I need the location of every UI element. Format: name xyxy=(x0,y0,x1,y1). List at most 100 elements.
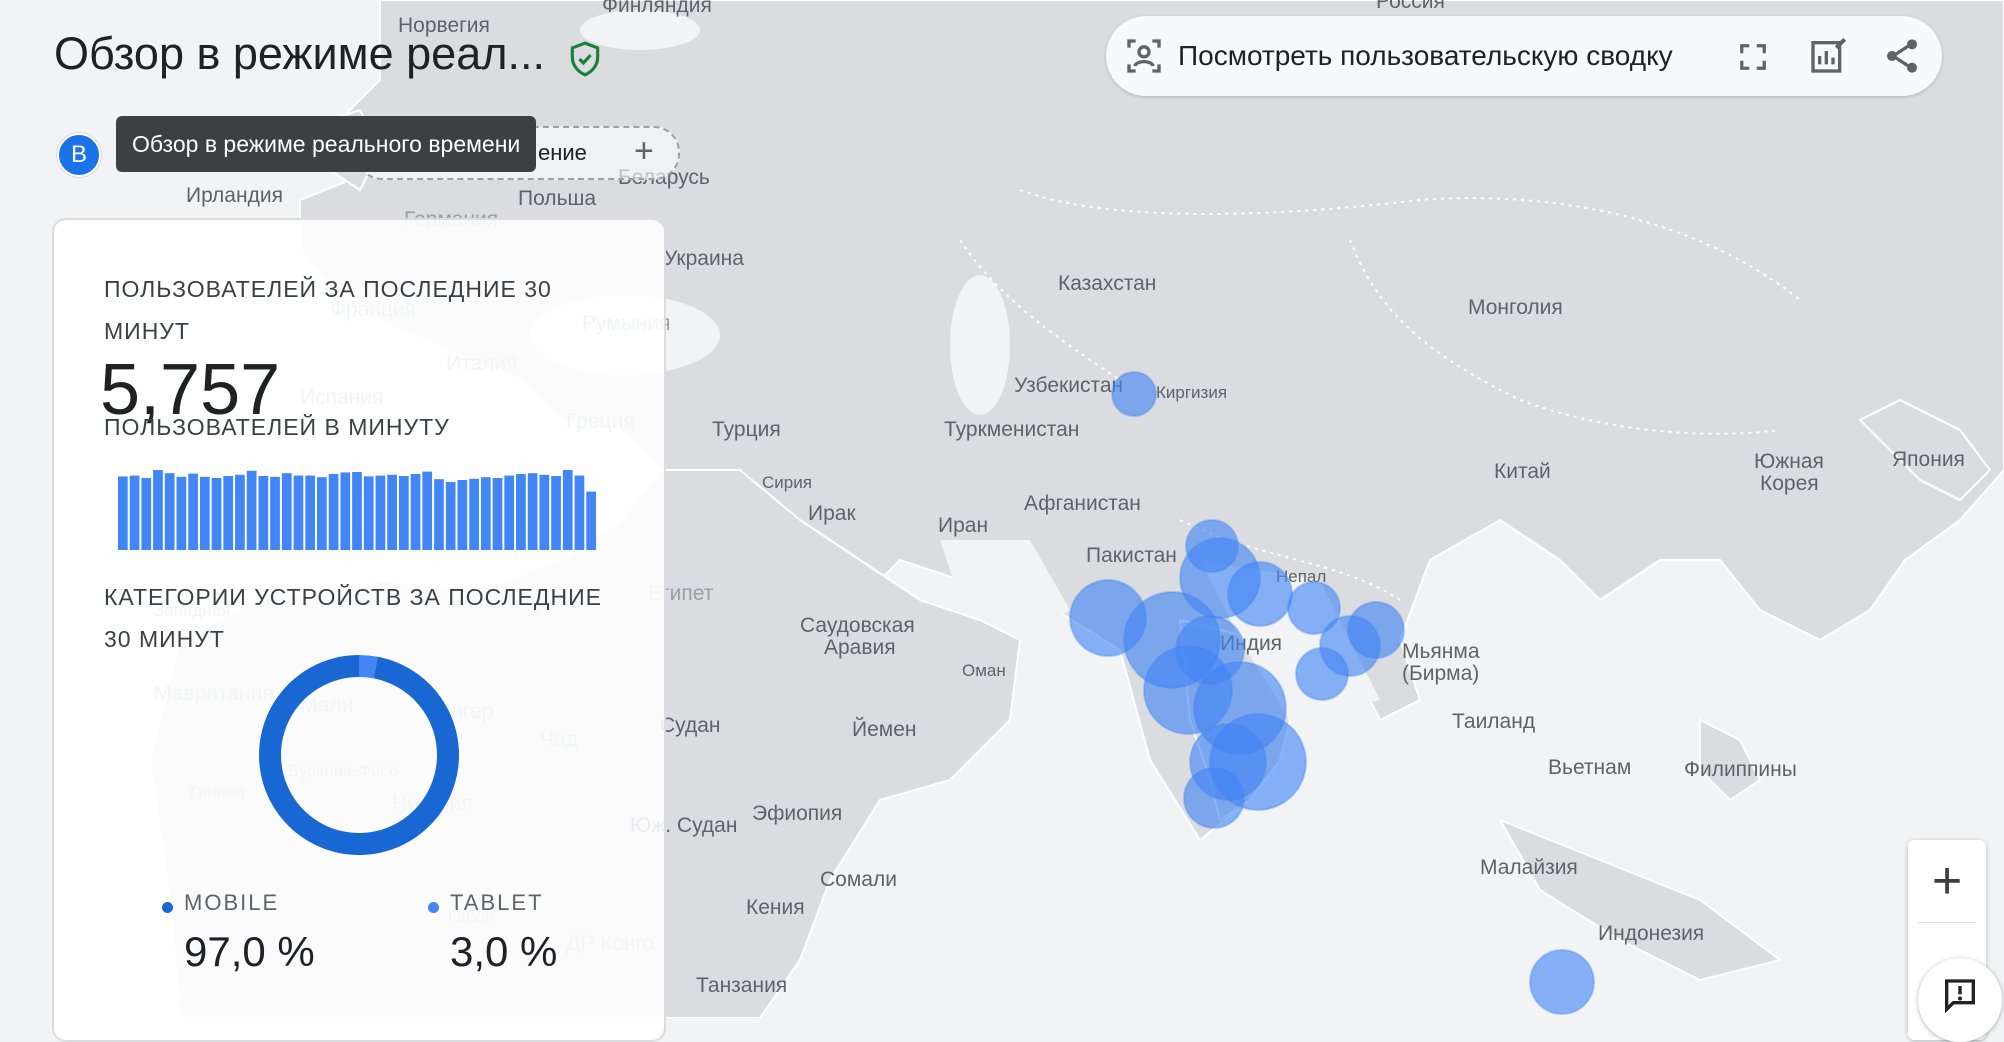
map-bubble xyxy=(1295,647,1349,701)
users-per-minute-bar[interactable] xyxy=(328,474,339,550)
feedback-button[interactable] xyxy=(1918,958,2002,1042)
view-user-summary-button[interactable]: Посмотреть пользовательскую сводку xyxy=(1178,40,1673,72)
svg-text:Вьетнам: Вьетнам xyxy=(1548,756,1631,779)
users-per-minute-bar[interactable] xyxy=(223,476,234,550)
users-per-minute-bar[interactable] xyxy=(118,476,128,550)
users-per-minute-bar[interactable] xyxy=(153,470,163,550)
title-tooltip: Обзор в режиме реального времени xyxy=(116,116,537,172)
users-per-minute-bar[interactable] xyxy=(235,474,245,550)
svg-text:Мьянма: Мьянма xyxy=(1402,640,1480,663)
zoom-in-button[interactable]: + xyxy=(1908,846,1986,916)
map-bubble xyxy=(1183,767,1245,829)
users-per-minute-bar[interactable] xyxy=(246,470,257,550)
svg-text:Ирак: Ирак xyxy=(808,502,856,525)
users-per-minute-bar[interactable] xyxy=(293,475,304,550)
svg-text:Индонезия: Индонезия xyxy=(1598,922,1704,945)
users-per-minute-bar[interactable] xyxy=(352,472,362,550)
svg-text:Китай: Китай xyxy=(1494,460,1551,483)
users-per-minute-bar[interactable] xyxy=(270,476,280,550)
svg-text:Кения: Кения xyxy=(746,896,805,919)
users-per-minute-bar[interactable] xyxy=(457,480,468,550)
device-category-donut[interactable] xyxy=(256,652,462,858)
svg-text:Танзания: Танзания xyxy=(696,974,787,997)
users-per-minute-bar[interactable] xyxy=(574,475,585,550)
users-per-minute-bar[interactable] xyxy=(504,475,515,550)
svg-text:Саудовская: Саудовская xyxy=(800,614,915,637)
users-per-minute-bar[interactable] xyxy=(188,473,198,550)
svg-text:Монголия: Монголия xyxy=(1468,296,1563,319)
feedback-icon xyxy=(1945,979,1975,1014)
users-per-minute-bar[interactable] xyxy=(469,478,479,550)
users-per-minute-bar[interactable] xyxy=(398,476,409,550)
share-icon[interactable] xyxy=(1882,36,1922,76)
users-per-minute-chart[interactable] xyxy=(118,470,598,550)
donut-slice-mobile[interactable] xyxy=(259,655,459,855)
add-comparison-label: ение xyxy=(538,140,587,165)
svg-text:Ирландия: Ирландия xyxy=(186,184,283,207)
users-per-minute-bar[interactable] xyxy=(129,475,140,550)
users-per-minute-bar[interactable] xyxy=(586,491,596,550)
legend-label-tablet: TABLET xyxy=(450,890,544,915)
shield-check-icon[interactable] xyxy=(566,40,604,78)
svg-text:Южная: Южная xyxy=(1754,450,1824,473)
edit-chart-icon[interactable] xyxy=(1808,36,1848,76)
users-per-minute-bar[interactable] xyxy=(258,476,269,550)
users-per-minute-bar[interactable] xyxy=(375,475,386,550)
users-per-minute-bar[interactable] xyxy=(281,473,292,550)
plus-icon: + xyxy=(634,132,654,170)
users-per-minute-bar[interactable] xyxy=(527,473,538,550)
user-summary-icon[interactable] xyxy=(1124,36,1164,76)
users-per-minute-bar[interactable] xyxy=(199,476,210,550)
users-per-minute-bar[interactable] xyxy=(551,476,561,550)
users-per-minute-bar[interactable] xyxy=(363,476,374,550)
users-per-minute-bar[interactable] xyxy=(516,474,526,550)
users-per-minute-bar[interactable] xyxy=(340,472,351,550)
users-per-minute-bar[interactable] xyxy=(141,478,152,550)
users-per-minute-bar[interactable] xyxy=(422,471,433,550)
users-per-minute-bar[interactable] xyxy=(387,474,397,550)
users-last-30-min-heading: ПОЛЬЗОВАТЕЛЕЙ ЗА ПОСЛЕДНИЕ 30 МИНУТ xyxy=(104,276,552,344)
comparison-avatar[interactable]: В xyxy=(57,133,101,177)
users-per-minute-bar[interactable] xyxy=(480,477,491,550)
legend-label-mobile: MOBILE xyxy=(184,890,280,915)
users-per-minute-bar[interactable] xyxy=(317,477,327,550)
users-per-minute-bar[interactable] xyxy=(492,478,503,550)
legend-value-mobile: 97,0 % xyxy=(184,928,315,975)
map-bubble xyxy=(1347,601,1405,659)
svg-text:Оман: Оман xyxy=(962,661,1006,680)
svg-text:Иран: Иран xyxy=(938,514,988,537)
svg-text:Афганистан: Афганистан xyxy=(1024,492,1141,515)
svg-text:Украина: Украина xyxy=(664,247,744,270)
page-title: Обзор в режиме реал... xyxy=(54,28,545,79)
users-per-minute-bar[interactable] xyxy=(176,476,187,550)
users-per-minute-bar[interactable] xyxy=(305,475,316,550)
map-bubble xyxy=(1529,949,1595,1015)
svg-text:Узбекистан: Узбекистан xyxy=(1014,374,1123,397)
report-toolbar: Посмотреть пользовательскую сводку xyxy=(1106,16,1942,96)
svg-text:Пакистан: Пакистан xyxy=(1086,544,1177,567)
legend-dot-tablet xyxy=(428,902,439,913)
fullscreen-icon[interactable] xyxy=(1738,42,1768,72)
svg-text:Туркменистан: Туркменистан xyxy=(944,418,1079,441)
users-per-minute-bar[interactable] xyxy=(410,474,421,550)
device-category-heading: КАТЕГОРИИ УСТРОЙСТВ ЗА ПОСЛЕДНИЕ 30 МИНУ… xyxy=(104,584,602,652)
svg-text:Финляндия: Финляндия xyxy=(602,0,712,17)
legend-value-tablet: 3,0 % xyxy=(450,928,558,975)
svg-text:Япония: Япония xyxy=(1892,448,1965,471)
svg-text:Йемен: Йемен xyxy=(852,717,917,741)
svg-text:Польша: Польша xyxy=(518,187,596,210)
users-per-minute-bar[interactable] xyxy=(211,478,222,550)
svg-text:Малайзия: Малайзия xyxy=(1480,856,1578,879)
users-per-minute-bar[interactable] xyxy=(434,479,444,550)
svg-text:(Бирма): (Бирма) xyxy=(1402,662,1479,685)
svg-text:Филиппины: Филиппины xyxy=(1684,758,1797,781)
users-per-minute-bar[interactable] xyxy=(445,482,456,550)
users-per-minute-bar[interactable] xyxy=(562,470,573,550)
users-per-minute-bar[interactable] xyxy=(164,473,175,550)
svg-text:Эфиопия: Эфиопия xyxy=(752,802,842,825)
map-bubble xyxy=(1111,371,1157,417)
zoom-divider xyxy=(1918,922,1976,923)
svg-text:Аравия: Аравия xyxy=(824,636,896,659)
users-per-minute-bar[interactable] xyxy=(539,474,550,550)
svg-text:Казахстан: Казахстан xyxy=(1058,272,1156,295)
